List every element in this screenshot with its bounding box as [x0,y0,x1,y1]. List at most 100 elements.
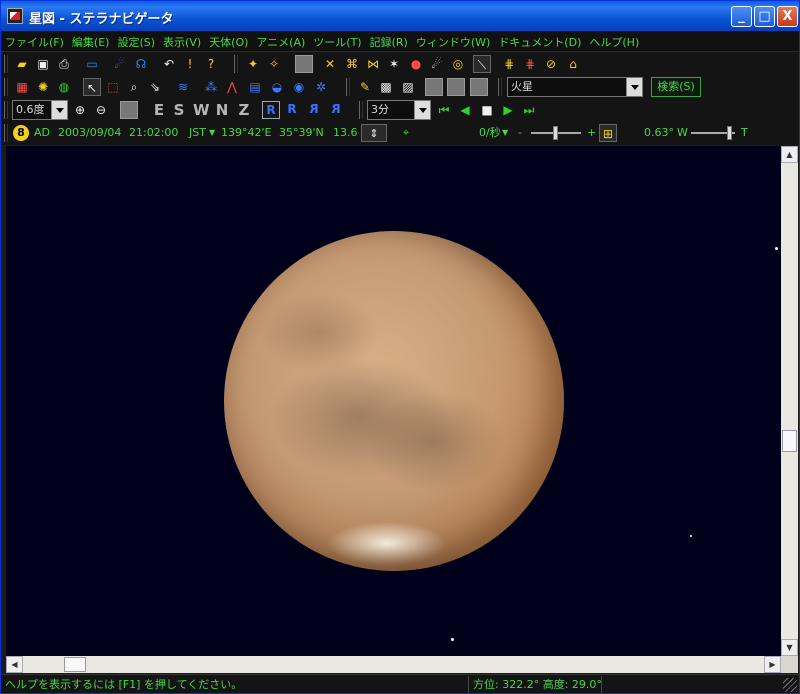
toolbar-grip[interactable] [4,78,8,96]
zoom-out-icon[interactable]: ⊖ [92,101,110,119]
chart-window-icon[interactable]: ▩ [377,78,395,96]
title-bar[interactable]: 星図 - ステラナビゲータ _ □ X [1,1,799,31]
rotation-r4-button[interactable]: R [327,101,345,119]
toolbar-grip[interactable] [498,78,502,96]
constellation-icon[interactable]: ⋈ [364,55,382,73]
longitude-field[interactable]: 139°42'E [221,125,271,141]
help-icon[interactable]: ? [202,55,220,73]
star-cursor-icon[interactable]: ✧ [265,55,283,73]
menu-anime[interactable]: アニメ(A) [252,32,309,53]
horizontal-scrollbar[interactable]: ◀ ▶ [6,656,781,673]
open-file-icon[interactable]: ▰ [13,55,31,73]
menu-edit[interactable]: 編集(E) [68,32,114,53]
rotation-r1-button[interactable]: R [262,101,280,119]
save-icon[interactable]: ▣ [34,55,52,73]
stop-icon[interactable]: ■ [478,101,496,119]
cross-icon[interactable]: ✕ [321,55,339,73]
chevron-down-icon[interactable] [626,78,642,96]
toolbar-grip[interactable] [4,55,8,73]
scroll-down-icon[interactable]: ▼ [781,639,798,656]
toolbar-grip[interactable] [346,78,350,96]
direction-west-button[interactable]: W [193,101,210,119]
blank-tool-2-icon[interactable] [447,78,465,96]
blank-tool-1-icon[interactable] [425,78,443,96]
lock-icon[interactable]: ⊞ [599,124,617,142]
menu-settings[interactable]: 設定(S) [113,32,159,53]
resize-grip-icon[interactable] [783,678,797,692]
star-field-icon[interactable]: ⁂ [202,78,220,96]
observer-icon[interactable]: ☊ [132,55,150,73]
scroll-right-icon[interactable]: ▶ [764,656,781,673]
search-button[interactable]: 検索(S) [651,77,701,97]
close-button[interactable]: X [777,6,798,27]
menu-window[interactable]: ウィンドウ(W) [412,32,494,53]
fast-forward-icon[interactable]: ⏭ [520,101,538,119]
mars-icon[interactable]: ● [407,55,425,73]
menu-document[interactable]: ドキュメント(D) [494,32,585,53]
blank-tool-3-icon[interactable] [470,78,488,96]
star[interactable] [775,247,778,250]
vega-icon[interactable]: ✶ [385,55,403,73]
star[interactable] [690,535,692,537]
zoom-in-icon[interactable]: ⊕ [71,101,89,119]
print-icon[interactable]: ⎙ [55,55,73,73]
mars-planet-image[interactable] [224,231,564,571]
telescope-icon[interactable]: ☄ [111,55,129,73]
horizontal-scroll-thumb[interactable] [64,657,86,672]
m31-icon[interactable]: ◎ [449,55,467,73]
now-icon[interactable]: ✺ [34,78,52,96]
target-icon[interactable]: ⌖ [397,124,415,142]
vertical-scroll-thumb[interactable] [782,430,797,452]
info-icon[interactable]: ✎ [356,78,374,96]
menu-view[interactable]: 表示(V) [159,32,205,53]
ecliptic-icon[interactable]: ◒ [268,78,286,96]
scroll-left-icon[interactable]: ◀ [6,656,23,673]
toolbar-grip[interactable] [4,101,8,119]
magnitude-value[interactable]: 0.63° [644,125,674,141]
magnitude-plus[interactable]: + [587,125,596,141]
direction-east-button[interactable]: E [151,101,167,119]
object-search-combo[interactable]: 火星 [507,77,643,97]
photo-icon[interactable]: ▨ [399,78,417,96]
minimize-button[interactable]: _ [731,6,752,27]
scroll-up-icon[interactable]: ▲ [781,146,798,163]
toolbar-grip[interactable] [359,101,363,119]
diagonal-tool-icon[interactable]: ⟍ [473,55,491,73]
select-object-icon[interactable]: ⬚ [104,78,122,96]
speed-dropdown-icon[interactable]: ▼ [502,125,508,141]
speed-field[interactable]: 0/秒 [479,125,501,141]
chevron-down-icon[interactable] [414,101,430,119]
globe-icon[interactable]: ◍ [55,78,73,96]
pointer-icon[interactable]: ↖ [83,78,101,96]
menu-file[interactable]: ファイル(F) [1,32,68,53]
altitude-field[interactable]: 13.6 [333,125,358,141]
fov-select[interactable]: 0.6度 [12,100,68,120]
timezone-dropdown-icon[interactable]: ▼ [209,125,215,141]
menu-record[interactable]: 記録(R) [366,32,412,53]
star-add-icon[interactable]: ✦ [244,55,262,73]
rewind-icon[interactable]: ⏮ [435,101,453,119]
blank-view-icon[interactable] [120,101,138,119]
toolbar-grip[interactable] [234,55,238,73]
latitude-field[interactable]: 35°39'N [279,125,324,141]
zoom-slider-knob[interactable] [727,126,732,140]
equatorial-grid-icon[interactable]: ▤ [246,78,264,96]
direction-zenith-button[interactable]: Z [236,101,252,119]
compass-icon[interactable]: ⊘ [542,55,560,73]
app-icon[interactable] [7,8,23,24]
sky-chart-view[interactable] [6,146,781,656]
play-back-icon[interactable]: ◀ [456,101,474,119]
menu-tools[interactable]: ツール(T) [309,32,365,53]
undo-icon[interactable]: ↶ [160,55,178,73]
date-field[interactable]: 2003/09/04 [58,125,121,141]
zoom-glass-icon[interactable]: ⌕ [125,78,143,96]
planet-orbit-icon[interactable]: ◉ [290,78,308,96]
milkyway-icon[interactable]: ≋ [174,78,192,96]
time-step-select[interactable]: 3分 [367,100,431,120]
magnitude-slider-knob[interactable] [553,126,558,140]
alert-icon[interactable]: ! [181,55,199,73]
home-icon[interactable]: ⌂ [564,55,582,73]
calendar-icon[interactable]: ▦ [13,78,31,96]
menu-help[interactable]: ヘルプ(H) [585,32,643,53]
direction-north-button[interactable]: N [214,101,230,119]
